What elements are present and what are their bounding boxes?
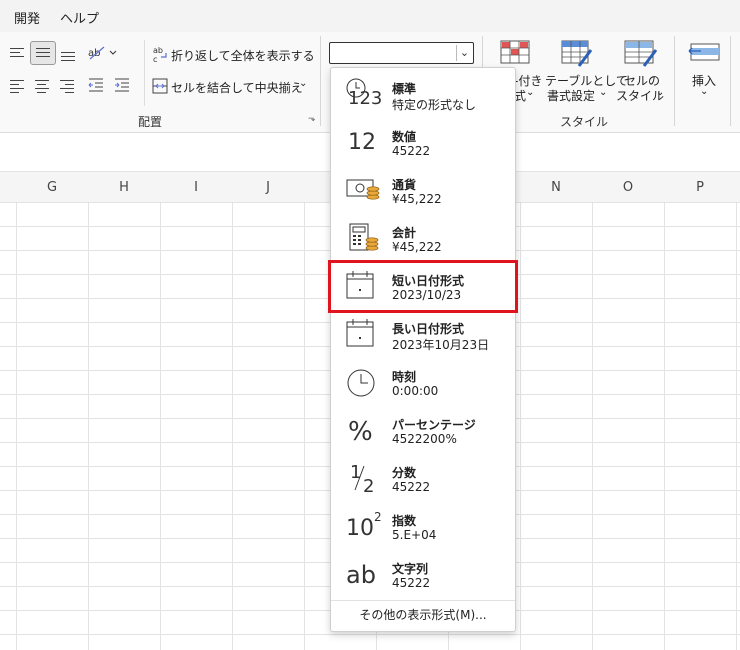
format-item-example: 45222 [392,480,431,494]
svg-text:ab: ab [88,48,100,59]
merge-center-dropdown-icon[interactable]: ⌄ [299,78,307,89]
column-header-p[interactable]: P [664,180,736,195]
calendar-icon [341,268,385,304]
format-item-example: 45222 [392,576,431,590]
format-item-name: 文字列 [392,562,429,576]
percent-icon: % [348,417,373,447]
format-item-example: ¥45,222 [392,240,442,254]
format-item-percentage[interactable]: % パーセンテージ 4522200% [331,406,515,454]
column-header-j[interactable]: J [232,180,304,195]
svg-text:c: c [153,55,157,63]
column-header-o[interactable]: O [592,180,664,195]
style-group-label: スタイル [560,115,609,129]
svg-text:ab: ab [153,46,163,55]
number-format-dropdown: 123 標準 特定の形式なし 12 数値 45222 通貨 ¥45,222 会計… [328,67,518,632]
format-item-name: 数値 [392,130,417,144]
chevron-down-icon: ⌄ [599,87,608,98]
menu-bar: 開発 ヘルプ [0,0,740,32]
format-item-example: ¥45,222 [392,192,442,206]
menu-developer[interactable]: 開発 [14,8,40,27]
format-item-example: 2023/10/23 [392,288,462,302]
format-item-time[interactable]: 時刻 0:00:00 [331,358,515,406]
cell-styles-icon [624,40,658,67]
merge-center-icon [152,78,168,94]
column-header-n[interactable]: N [520,180,592,195]
format-item-name: 標準 [392,82,417,96]
format-item-name: 会計 [392,226,417,240]
align-middle-button[interactable] [30,41,56,65]
format-item-general[interactable]: 123 標準 特定の形式なし [331,70,515,118]
align-right-icon[interactable] [60,80,74,96]
format-item-name: 分数 [392,466,417,480]
format-item-name: 通貨 [392,178,417,192]
increase-indent-icon[interactable] [114,78,130,92]
format-item-accounting[interactable]: 会計 ¥45,222 [331,214,515,262]
format-item-example: 45222 [392,144,431,158]
format-item-text[interactable]: ab 文字列 45222 [331,550,515,598]
clock-icon [341,364,385,400]
format-item-short-date[interactable]: 短い日付形式 2023/10/23 [328,260,518,313]
format-item-scientific[interactable]: 10 2 指数 5.E+04 [331,502,515,550]
text-ab-icon: ab [346,561,376,589]
format-item-name: 時刻 [392,370,417,384]
ribbon-divider [144,40,145,106]
exponent-icon: 10 2 [346,510,382,541]
align-middle-icon [36,48,50,60]
align-left-icon[interactable] [10,80,24,96]
format-item-number[interactable]: 12 数値 45222 [331,118,515,166]
alignment-group-label: 配置 [138,115,163,129]
calculator-icon [341,220,385,256]
number-12-icon: 12 [348,130,376,155]
number-format-combo[interactable]: ⌄ [329,42,474,64]
format-item-name: 短い日付形式 [392,274,465,288]
format-item-fraction[interactable]: 1 2 分数 45222 [331,454,515,502]
more-number-formats-link[interactable]: その他の表示形式(M)... [331,600,515,629]
format-item-example: 特定の形式なし [392,98,477,112]
format-item-example: 5.E+04 [392,528,437,542]
chevron-down-icon: ⌄ [656,87,665,98]
chevron-down-icon[interactable]: ⌄ [456,45,472,61]
align-bottom-icon[interactable] [61,52,75,64]
column-header-i[interactable]: I [160,180,232,195]
text-orientation-icon[interactable]: ab [86,44,120,62]
merge-center-button[interactable]: セルを結合して中央揃え [171,79,303,96]
format-item-long-date[interactable]: 長い日付形式 2023年10月23日 [331,310,515,358]
dialog-launcher-icon[interactable]: ⬎ [308,114,316,124]
currency-icon [341,172,385,208]
format-item-example: 2023年10月23日 [392,338,490,352]
insert-cells-icon [688,43,720,61]
format-item-name: パーセンテージ [392,418,476,432]
format-item-name: 指数 [392,514,417,528]
format-item-currency[interactable]: 通貨 ¥45,222 [331,166,515,214]
format-item-name: 長い日付形式 [392,322,465,336]
conditional-format-icon [500,40,530,64]
group-separator [730,36,731,126]
format-item-example: 0:00:00 [392,384,439,398]
format-as-table-button-line2[interactable]: 書式設定 [547,87,595,104]
group-separator [320,36,321,126]
chevron-down-icon: ⌄ [700,86,709,97]
menu-help[interactable]: ヘルプ [60,8,99,27]
chevron-down-icon: ⌄ [526,87,535,98]
wrap-text-button[interactable]: 折り返して全体を表示する [171,47,315,64]
column-header-h[interactable]: H [88,180,160,195]
fraction-icon: 1 2 [350,462,375,497]
align-center-icon[interactable] [35,80,49,96]
wrap-text-icon: abc [153,46,167,63]
align-top-icon[interactable] [10,48,24,60]
clock-123-icon: 123 [341,76,385,112]
format-as-table-icon [561,40,593,67]
column-header-g[interactable]: G [16,180,88,195]
group-separator [674,36,675,126]
decrease-indent-icon[interactable] [88,78,104,92]
format-item-example: 4522200% [392,432,457,446]
calendar-icon [341,316,385,352]
